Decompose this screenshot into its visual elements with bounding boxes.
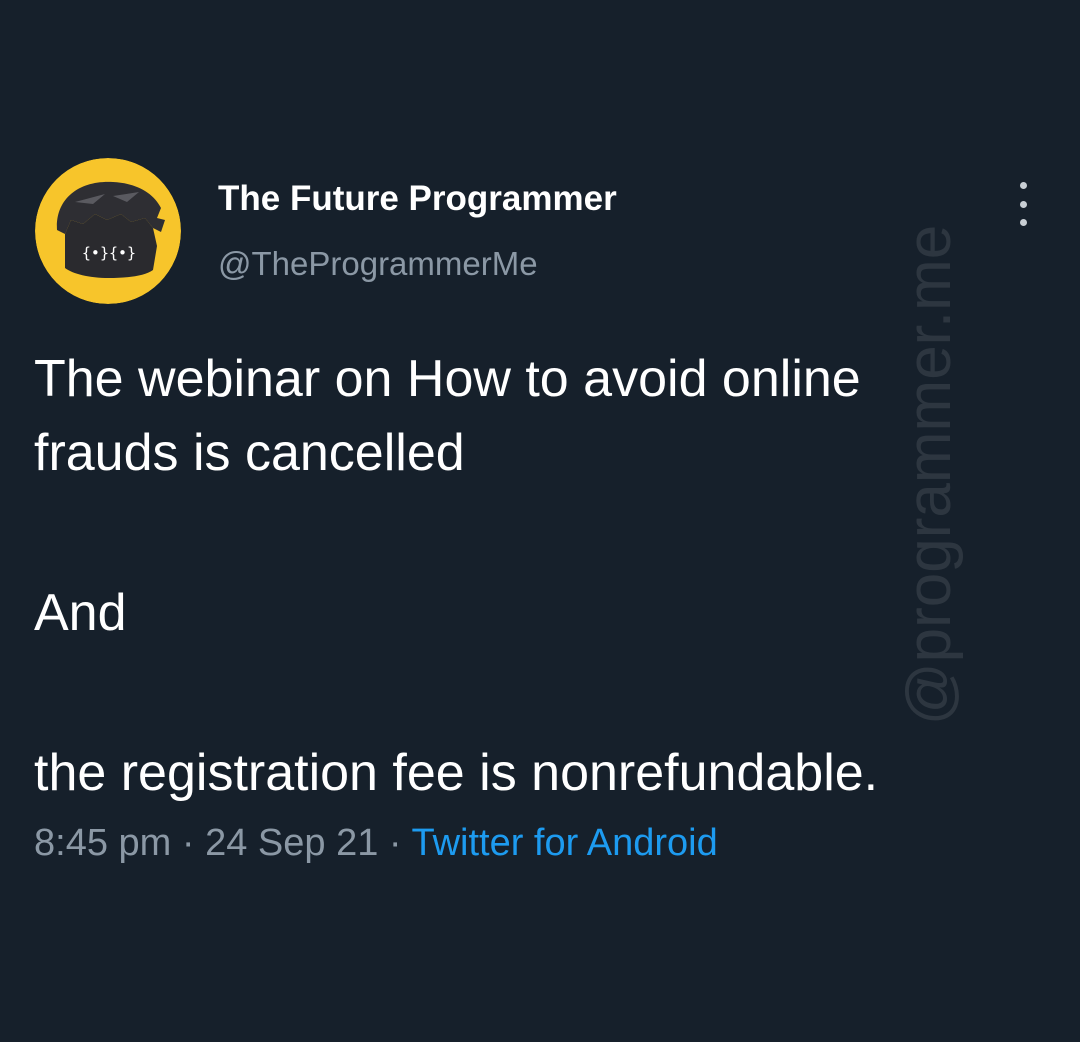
tweet-metadata: 8:45 pm · 24 Sep 21 · Twitter for Androi… <box>34 820 718 866</box>
author-avatar[interactable]: {•}{•} <box>35 158 181 304</box>
vertical-ellipsis-icon <box>1019 200 1027 208</box>
tweet-text-line: frauds is cancelled <box>34 424 465 482</box>
tweet-text-line: And <box>34 584 127 642</box>
tweet-date[interactable]: 24 Sep 21 <box>205 822 378 864</box>
avatar-text: {•}{•} <box>82 244 136 262</box>
tweet-source-link[interactable]: Twitter for Android <box>411 822 717 864</box>
tweet-text-line: the registration fee is nonrefundable. <box>34 744 879 802</box>
tweet-time[interactable]: 8:45 pm <box>34 822 171 864</box>
more-options-button[interactable] <box>1006 182 1040 226</box>
vertical-ellipsis-icon <box>1019 219 1027 226</box>
vertical-ellipsis-icon <box>1019 182 1027 189</box>
author-handle[interactable]: @TheProgrammerMe <box>218 244 538 284</box>
tweet-text-line: The webinar on How to avoid online <box>34 350 861 408</box>
programmer-face-logo: {•}{•} <box>35 158 181 304</box>
meta-separator: · <box>181 822 195 864</box>
meta-separator: · <box>388 822 402 864</box>
author-display-name[interactable]: The Future Programmer <box>218 178 617 220</box>
watermark: @programmer.me <box>895 224 964 726</box>
tweet-card: {•}{•} The Future Programmer @TheProgram… <box>0 0 1080 1042</box>
